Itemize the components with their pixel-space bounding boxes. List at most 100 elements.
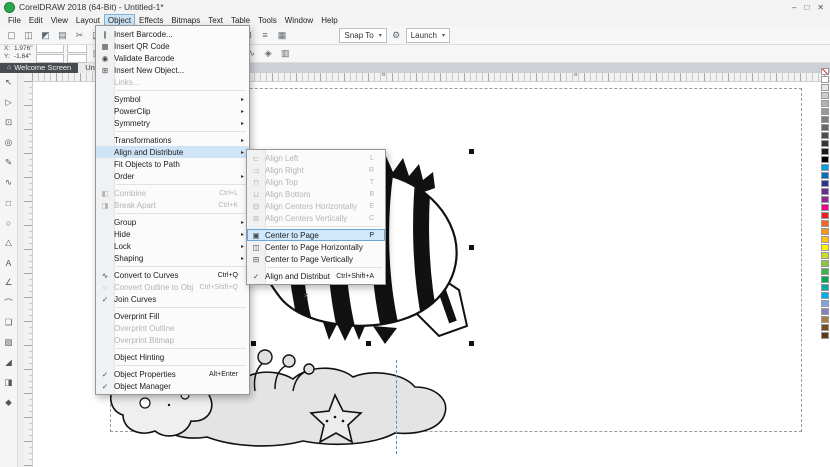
color-swatch[interactable]: [821, 84, 829, 91]
color-swatch[interactable]: [821, 260, 829, 267]
color-swatch[interactable]: [821, 220, 829, 227]
color-swatch[interactable]: [821, 172, 829, 179]
smart-fill-tool[interactable]: ◆: [2, 396, 15, 409]
ellipse-tool[interactable]: ○: [2, 216, 15, 229]
pick-tool[interactable]: ↖: [2, 76, 15, 89]
object-menu-item-insert-barcode[interactable]: ∥ Insert Barcode...: [96, 28, 249, 40]
object-menu-item-shaping[interactable]: Shaping: [96, 252, 249, 264]
menu-edit[interactable]: Edit: [25, 14, 47, 27]
snap-to-select[interactable]: Snap To ▾: [339, 28, 386, 43]
color-swatch[interactable]: [821, 140, 829, 147]
color-swatch[interactable]: [821, 284, 829, 291]
align-menu-item-center-to-page-vertically[interactable]: ⊟ Center to Page Vertically: [247, 253, 385, 265]
color-swatch[interactable]: [821, 92, 829, 99]
color-swatch[interactable]: [821, 244, 829, 251]
align-menu-item-align-bottom[interactable]: ⊔ Align Bottom B: [247, 188, 385, 200]
color-swatch[interactable]: [821, 252, 829, 259]
connector-tool[interactable]: ⌒: [2, 296, 15, 309]
launch-select[interactable]: Launch ▾: [406, 28, 450, 43]
tab-welcome-screen[interactable]: ⌂ Welcome Screen: [0, 62, 78, 73]
polygon-tool[interactable]: △: [2, 236, 15, 249]
menu-help[interactable]: Help: [317, 14, 341, 27]
selection-handle[interactable]: [469, 341, 474, 346]
transparency-tool[interactable]: ▨: [2, 336, 15, 349]
align-menu-item-align-right[interactable]: ⊐ Align Right R: [247, 164, 385, 176]
zoom-tool[interactable]: ◎: [2, 136, 15, 149]
drop-shadow-tool[interactable]: ❏: [2, 316, 15, 329]
object-menu-item-insert-qr-code[interactable]: ▦ Insert QR Code: [96, 40, 249, 52]
object-menu-item-convert-outline-to-object[interactable]: ○ Convert Outline to Object Ctrl+Shift+Q: [96, 281, 249, 293]
align-menu-item-align-centers-vertically[interactable]: ⊞ Align Centers Vertically C: [247, 212, 385, 224]
color-swatch[interactable]: [821, 324, 829, 331]
crop-tool[interactable]: ⊡: [2, 116, 15, 129]
color-swatch[interactable]: [821, 332, 829, 339]
print-icon[interactable]: ▤: [55, 28, 70, 42]
object-menu-item-overprint-bitmap[interactable]: Overprint Bitmap: [96, 334, 249, 346]
color-swatch[interactable]: [821, 212, 829, 219]
align-menu-item-center-to-page-horizontally[interactable]: ◫ Center to Page Horizontally: [247, 241, 385, 253]
color-swatch[interactable]: [821, 228, 829, 235]
color-swatch[interactable]: [821, 156, 829, 163]
color-swatch[interactable]: [821, 292, 829, 299]
object-height-field[interactable]: [36, 54, 64, 63]
new-document-icon[interactable]: ▢: [4, 28, 19, 42]
object-menu-item-overprint-fill[interactable]: Overprint Fill: [96, 310, 249, 322]
color-swatch[interactable]: [821, 188, 829, 195]
object-menu-item-combine[interactable]: ◧ Combine Ctrl+L: [96, 187, 249, 199]
text-tool[interactable]: A: [2, 256, 15, 269]
minimize-button[interactable]: –: [792, 3, 796, 12]
object-menu-item-overprint-outline[interactable]: Overprint Outline: [96, 322, 249, 334]
vertical-ruler[interactable]: [24, 81, 33, 467]
color-swatch[interactable]: [821, 276, 829, 283]
object-menu-item-symbol[interactable]: Symbol: [96, 93, 249, 105]
object-menu-item-hide[interactable]: Hide: [96, 228, 249, 240]
object-options-button[interactable]: ▥: [278, 46, 293, 60]
object-menu-item-insert-new-object[interactable]: ⊞ Insert New Object...: [96, 64, 249, 76]
object-menu-item-object-manager[interactable]: ✓ Object Manager: [96, 380, 249, 392]
color-swatch[interactable]: [821, 308, 829, 315]
vertical-guideline[interactable]: [396, 360, 397, 454]
menu-file[interactable]: File: [4, 14, 25, 27]
object-menu-item-powerclip[interactable]: PowerClip: [96, 105, 249, 117]
selection-handle[interactable]: [251, 341, 256, 346]
color-swatch[interactable]: [821, 180, 829, 187]
color-swatch[interactable]: [821, 196, 829, 203]
options-gear-icon[interactable]: ⚙: [389, 28, 404, 42]
object-menu-item-convert-to-curves[interactable]: ∿ Convert to Curves Ctrl+Q: [96, 269, 249, 281]
freehand-tool[interactable]: ✎: [2, 156, 15, 169]
object-menu-item-symmetry[interactable]: Symmetry: [96, 117, 249, 129]
selection-handle[interactable]: [366, 341, 371, 346]
color-swatch[interactable]: [821, 116, 829, 123]
color-swatch[interactable]: [821, 132, 829, 139]
color-swatch[interactable]: [821, 164, 829, 171]
object-menu-item-group[interactable]: Group: [96, 216, 249, 228]
color-swatch[interactable]: [821, 204, 829, 211]
cut-icon[interactable]: ✂: [72, 28, 87, 42]
color-swatch[interactable]: [821, 148, 829, 155]
object-menu-item-links[interactable]: Links...: [96, 76, 249, 88]
object-menu-item-object-properties[interactable]: ✓ Object Properties Alt+Enter: [96, 368, 249, 380]
object-menu-item-transformations[interactable]: Transformations: [96, 134, 249, 146]
shape-tool[interactable]: ▷: [2, 96, 15, 109]
selection-handle[interactable]: [469, 149, 474, 154]
object-menu-item-object-hinting[interactable]: Object Hinting: [96, 351, 249, 363]
object-position-fields[interactable]: X:1.976" Y:-1.64": [4, 45, 33, 61]
align-menu-item-align-top[interactable]: ⊓ Align Top T: [247, 176, 385, 188]
color-eyedropper-tool[interactable]: ◢: [2, 356, 15, 369]
color-swatch[interactable]: [821, 236, 829, 243]
show-grid-icon[interactable]: ▦: [274, 28, 289, 42]
object-menu-item-join-curves[interactable]: ✓ Join Curves: [96, 293, 249, 305]
object-menu-item-validate-barcode[interactable]: ◉ Validate Barcode: [96, 52, 249, 64]
open-icon[interactable]: ◫: [21, 28, 36, 42]
color-swatch[interactable]: [821, 108, 829, 115]
save-icon[interactable]: ◩: [38, 28, 53, 42]
color-swatch[interactable]: [821, 100, 829, 107]
align-menu-item-align-left[interactable]: ⊏ Align Left L: [247, 152, 385, 164]
object-menu-item-order[interactable]: Order: [96, 170, 249, 182]
align-menu-item-align-and-distribute[interactable]: ✓ Align and Distribute Ctrl+Shift+A: [247, 270, 385, 282]
menu-view[interactable]: View: [47, 14, 72, 27]
parallel-dimension-tool[interactable]: ∠: [2, 276, 15, 289]
rectangle-tool[interactable]: □: [2, 196, 15, 209]
interactive-fill-tool[interactable]: ◨: [2, 376, 15, 389]
color-swatch[interactable]: [821, 268, 829, 275]
